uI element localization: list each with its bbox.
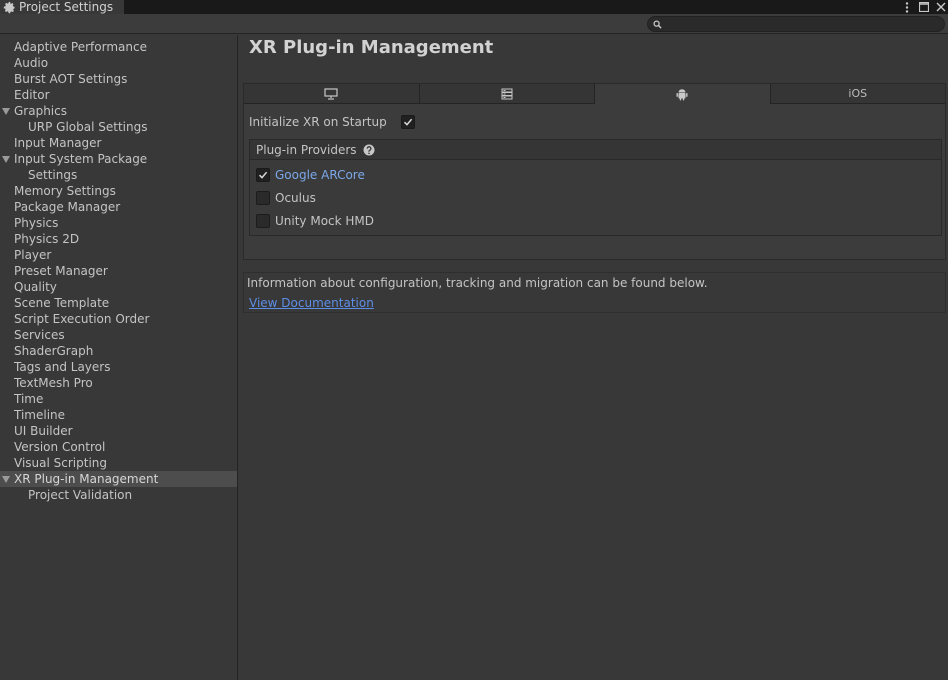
project-settings-tab[interactable]: Project Settings [0, 0, 124, 14]
provider-row-oculus: Oculus [256, 189, 316, 207]
android-icon [676, 88, 688, 100]
init-xr-label: Initialize XR on Startup [249, 115, 387, 129]
provider-row-unity-mock-hmd: Unity Mock HMD [256, 212, 374, 230]
tab-dedicated-server[interactable] [419, 84, 595, 104]
maximize-icon[interactable] [918, 2, 929, 13]
xr-settings-panel: iOS Initialize XR on Startup Plug-in Pro… [243, 83, 946, 260]
tab-standalone[interactable] [244, 84, 420, 104]
sidebar-item-editor[interactable]: Editor [0, 87, 237, 103]
sidebar-item-player[interactable]: Player [0, 247, 237, 263]
page-title: XR Plug-in Management [249, 37, 494, 58]
sidebar-item-burst-aot-settings[interactable]: Burst AOT Settings [0, 71, 237, 87]
platform-tabs: iOS [244, 84, 945, 104]
sidebar-item-input-system-package[interactable]: Input System Package [0, 151, 237, 167]
sidebar-item-ui-builder[interactable]: UI Builder [0, 423, 237, 439]
sidebar-item-graphics[interactable]: Graphics [0, 103, 237, 119]
sidebar-item-physics-2d[interactable]: Physics 2D [0, 231, 237, 247]
oculus-label: Oculus [275, 191, 316, 205]
toolbar [0, 14, 948, 34]
search-icon [653, 20, 662, 29]
help-icon[interactable] [363, 144, 375, 156]
sidebar-item-project-validation[interactable]: Project Validation [0, 487, 237, 503]
window-controls [901, 0, 946, 14]
close-icon[interactable] [935, 2, 946, 13]
info-text: Information about configuration, trackin… [247, 276, 708, 290]
settings-main: XR Plug-in Management iOS Initialize XR … [239, 35, 948, 680]
sidebar-item-services[interactable]: Services [0, 327, 237, 343]
gear-icon [3, 1, 15, 13]
sidebar-item-time[interactable]: Time [0, 391, 237, 407]
sidebar-item-audio[interactable]: Audio [0, 55, 237, 71]
info-box: Information about configuration, trackin… [243, 272, 946, 313]
sidebar-item-quality[interactable]: Quality [0, 279, 237, 295]
sidebar-item-adaptive-performance[interactable]: Adaptive Performance [0, 39, 237, 55]
google-arcore-label: Google ARCore [275, 168, 365, 182]
tab-android[interactable] [595, 84, 771, 104]
sidebar-item-input-settings[interactable]: Settings [0, 167, 237, 183]
sidebar-item-shadergraph[interactable]: ShaderGraph [0, 343, 237, 359]
oculus-checkbox[interactable] [256, 191, 270, 205]
window-title: Project Settings [19, 0, 114, 14]
provider-row-google-arcore: Google ARCore [256, 166, 365, 184]
tab-ios[interactable]: iOS [770, 84, 945, 104]
sidebar-item-version-control[interactable]: Version Control [0, 439, 237, 455]
plugin-providers-box: Plug-in Providers Google ARCore Oculus U… [249, 139, 942, 236]
search-field[interactable] [647, 16, 945, 32]
fold-arrow-icon[interactable] [2, 476, 10, 483]
tab-ios-label: iOS [848, 87, 868, 100]
sidebar-item-memory-settings[interactable]: Memory Settings [0, 183, 237, 199]
sidebar-item-input-manager[interactable]: Input Manager [0, 135, 237, 151]
fold-arrow-icon[interactable] [2, 156, 10, 163]
sidebar-item-physics[interactable]: Physics [0, 215, 237, 231]
plugin-providers-header: Plug-in Providers [250, 140, 941, 160]
sidebar-item-preset-manager[interactable]: Preset Manager [0, 263, 237, 279]
sidebar-item-tags-and-layers[interactable]: Tags and Layers [0, 359, 237, 375]
fold-arrow-icon[interactable] [2, 108, 10, 115]
sidebar-item-script-execution-order[interactable]: Script Execution Order [0, 311, 237, 327]
sidebar-item-xr-plugin-management[interactable]: XR Plug-in Management [0, 471, 237, 487]
server-icon [501, 88, 513, 99]
sidebar-item-urp-global-settings[interactable]: URP Global Settings [0, 119, 237, 135]
window-tab-bar: Project Settings [0, 0, 948, 14]
google-arcore-checkbox[interactable] [256, 168, 270, 182]
sidebar-item-textmesh-pro[interactable]: TextMesh Pro [0, 375, 237, 391]
sidebar-item-scene-template[interactable]: Scene Template [0, 295, 237, 311]
unity-mock-hmd-label: Unity Mock HMD [275, 214, 375, 228]
init-xr-checkbox[interactable] [401, 115, 415, 129]
checkmark-icon [258, 171, 268, 179]
more-options-icon[interactable] [901, 1, 912, 13]
sidebar-item-timeline[interactable]: Timeline [0, 407, 237, 423]
search-input[interactable] [664, 17, 934, 31]
checkmark-icon [403, 118, 413, 126]
init-xr-row: Initialize XR on Startup [249, 113, 415, 131]
unity-mock-hmd-checkbox[interactable] [256, 214, 270, 228]
plugin-providers-title: Plug-in Providers [256, 142, 357, 157]
sidebar-item-visual-scripting[interactable]: Visual Scripting [0, 455, 237, 471]
sidebar-item-package-manager[interactable]: Package Manager [0, 199, 237, 215]
desktop-icon [324, 87, 338, 100]
view-documentation-link[interactable]: View Documentation [249, 296, 374, 310]
settings-sidebar: Adaptive Performance Audio Burst AOT Set… [0, 35, 238, 680]
